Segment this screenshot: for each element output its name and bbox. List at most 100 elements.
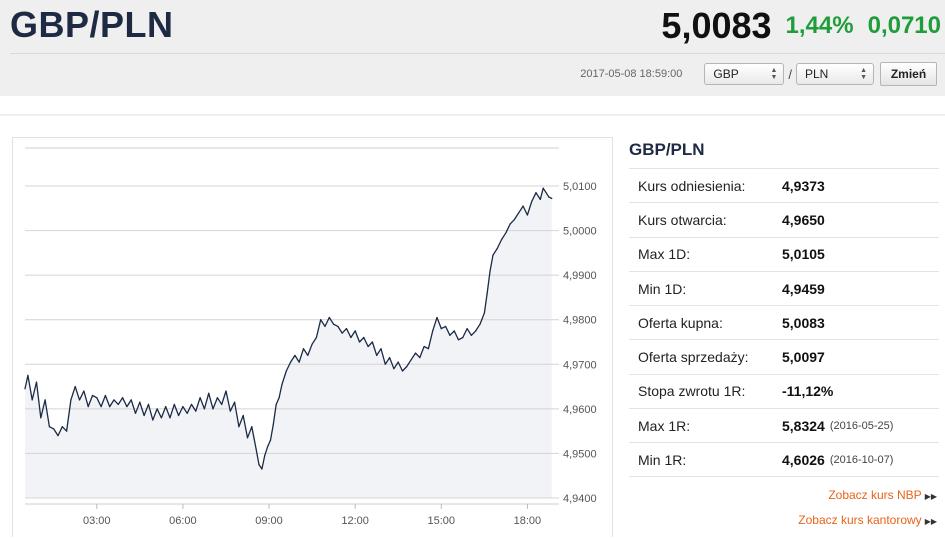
data-point — [48, 426, 51, 428]
y-tick-label: 4,9400 — [563, 493, 597, 505]
data-point — [397, 361, 399, 363]
data-point — [74, 386, 76, 388]
data-point — [152, 419, 154, 421]
stat-label: Oferta kupna: — [638, 314, 723, 331]
data-point — [453, 330, 455, 332]
data-point — [261, 468, 263, 470]
area-fill — [25, 188, 552, 498]
data-point — [242, 414, 244, 417]
data-point — [126, 406, 128, 408]
data-point — [186, 412, 188, 414]
data-point — [518, 212, 520, 214]
data-point — [466, 328, 468, 330]
data-point — [221, 403, 223, 405]
data-point — [53, 428, 55, 430]
data-point — [522, 205, 524, 207]
x-tick-label: 15:00 — [428, 515, 456, 527]
data-point — [542, 187, 544, 189]
data-point — [272, 423, 274, 426]
data-point — [406, 365, 408, 368]
double-arrow-icon: ▶▶ — [924, 517, 937, 526]
change-button[interactable]: Zmień — [880, 62, 937, 86]
stats-table: Kurs odniesienia: 4,9373 Kurs otwarcia: 4,9… — [629, 168, 939, 477]
stat-value: -11,12% — [782, 383, 834, 400]
exchange-rate-link[interactable]: Zobacz kurs kantorowy ▶▶ — [798, 513, 937, 538]
data-point — [551, 197, 553, 200]
data-point — [436, 316, 438, 319]
header-divider — [10, 53, 945, 54]
data-point — [380, 348, 382, 350]
data-point — [367, 345, 369, 348]
data-point — [320, 319, 322, 321]
data-point — [470, 334, 472, 336]
data-point — [479, 323, 481, 325]
data-point — [275, 403, 277, 405]
stat-value: 4,9459 — [782, 280, 825, 297]
quote-header: GBP/PLN 5,0083 1,44% 0,0710 2017-05-08 1… — [0, 0, 945, 96]
data-point — [169, 417, 171, 419]
data-point — [35, 381, 38, 383]
data-point — [363, 336, 365, 339]
data-point — [337, 325, 339, 327]
data-point — [117, 403, 119, 405]
data-point — [432, 330, 434, 332]
data-point — [371, 341, 373, 343]
data-point — [199, 397, 201, 399]
stat-label: Max 1D: — [638, 246, 691, 263]
y-tick-label: 4,9800 — [563, 315, 597, 327]
stat-row: Max 1D: 5,0105 — [629, 236, 939, 271]
links-list: Zobacz kurs NBP ▶▶ Zobacz kurs kantorowy ▶▶ — [798, 488, 937, 538]
data-point — [156, 408, 158, 410]
data-point — [66, 430, 68, 432]
data-point — [307, 354, 309, 356]
data-point — [354, 330, 356, 332]
stat-row: Kurs odniesienia: 4,9373 — [629, 168, 939, 202]
double-arrow-icon: ▶▶ — [924, 492, 937, 501]
data-point — [190, 403, 193, 405]
data-point — [113, 399, 115, 401]
stat-row: Oferta sprzedaży: 5,0097 — [629, 339, 939, 373]
data-point — [83, 390, 85, 392]
data-point — [513, 218, 516, 220]
data-point — [311, 343, 313, 345]
y-tick-label: 4,9500 — [563, 448, 597, 460]
data-point — [61, 426, 63, 428]
stat-date: (2016-10-07) — [829, 453, 894, 466]
data-point — [492, 254, 494, 256]
from-currency-select[interactable]: GBP ▲ ▼ — [704, 63, 785, 85]
to-currency-select[interactable]: PLN ▲ ▼ — [796, 63, 874, 85]
data-point — [427, 348, 429, 350]
data-point — [341, 332, 343, 334]
data-point — [389, 357, 391, 359]
data-point — [545, 192, 547, 194]
data-point — [143, 414, 145, 417]
stat-label: Max 1R: — [638, 417, 691, 434]
data-point — [208, 392, 210, 394]
data-point — [165, 406, 167, 408]
stat-value: 5,0105 — [782, 246, 825, 263]
stat-value: 5,0097 — [782, 349, 825, 366]
change-percent: 1,44% — [785, 12, 854, 39]
x-tick-label: 03:00 — [83, 515, 111, 527]
data-point — [24, 388, 26, 390]
link-label: Zobacz kurs NBP — [828, 488, 922, 502]
data-point — [535, 192, 537, 194]
data-point — [401, 370, 404, 372]
stat-row: Max 1R: 5,8324 (2016-05-25) — [629, 408, 939, 442]
nbp-rate-link[interactable]: Zobacz kurs NBP ▶▶ — [798, 488, 937, 513]
stat-label: Oferta sprzedaży: — [638, 349, 749, 366]
stat-label: Min 1D: — [638, 280, 687, 297]
data-point — [173, 403, 175, 405]
data-point — [294, 354, 296, 356]
data-point — [505, 232, 507, 234]
data-point — [414, 352, 417, 354]
y-tick-label: 5,0000 — [563, 226, 597, 238]
stat-row: Min 1D: 4,9459 — [629, 270, 939, 305]
data-point — [104, 394, 106, 397]
data-point — [251, 426, 253, 428]
currency-controls: 2017-05-08 18:59:00 GBP ▲ ▼ / PLN ▲ ▼ Zmie… — [580, 62, 937, 86]
y-tick-label: 4,9600 — [563, 404, 597, 416]
data-point — [87, 406, 89, 408]
stat-label: Kurs otwarcia: — [638, 211, 727, 228]
data-point — [269, 439, 272, 441]
